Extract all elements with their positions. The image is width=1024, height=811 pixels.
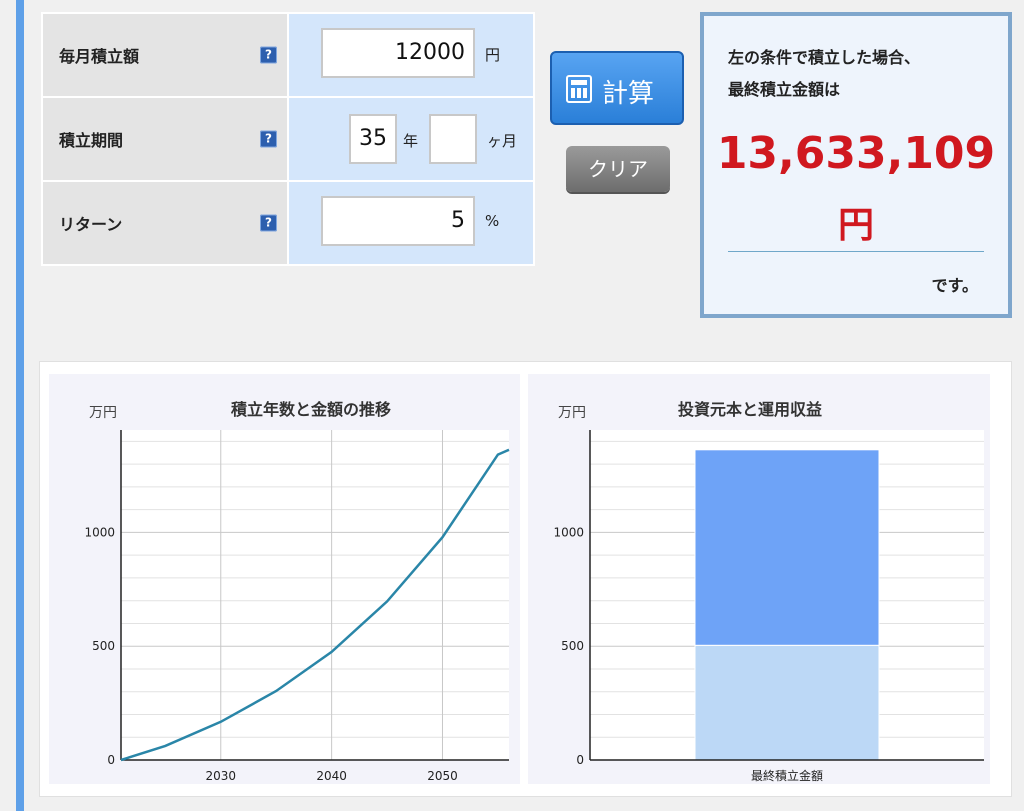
plot-area bbox=[121, 430, 509, 760]
result-amount: 13,633,109 bbox=[716, 128, 996, 179]
monthly-value-cell: 12000 円 bbox=[287, 12, 535, 98]
result-amount-unit: 円 bbox=[837, 205, 874, 246]
breakdown-bar-chart: 0 500 1000 最終積立金額 bbox=[553, 430, 984, 783]
calculate-label: 計算 bbox=[602, 79, 655, 109]
x-tick-label: 2030 bbox=[205, 769, 236, 783]
help-icon[interactable]: ? bbox=[260, 130, 277, 148]
result-panel: 左の条件で積立した場合、 最終積立金額は 13,633,109 円 です。 bbox=[700, 12, 1012, 318]
period-value-cell: 35 年 ヶ月 bbox=[287, 96, 535, 182]
growth-line-chart: 2030 2040 2050 0 500 1000 bbox=[84, 430, 510, 783]
y-tick-label: 500 bbox=[92, 639, 115, 653]
input-form: 毎月積立額 ? 12000 円 積立期間 ? 35 年 ヶ月 リターン ? 5 … bbox=[41, 12, 535, 266]
x-category-label: 最終積立金額 bbox=[751, 768, 823, 783]
monthly-label: 毎月積立額 bbox=[59, 47, 140, 66]
return-unit: % bbox=[485, 212, 500, 230]
y-tick-label: 0 bbox=[107, 753, 115, 767]
y-tick-label: 0 bbox=[576, 753, 584, 767]
breakdown-chart-card: 投資元本と運用収益 万円 0 500 1000 最終積立金額 bbox=[528, 374, 990, 784]
period-months-input[interactable] bbox=[429, 114, 477, 164]
y-tick-label: 1000 bbox=[553, 525, 584, 539]
help-icon[interactable]: ? bbox=[260, 214, 277, 232]
period-years-input[interactable]: 35 bbox=[349, 114, 397, 164]
result-intro: 左の条件で積立した場合、 bbox=[728, 48, 921, 67]
principal-bar-segment bbox=[694, 644, 880, 761]
x-tick-label: 2050 bbox=[427, 769, 458, 783]
result-divider bbox=[728, 251, 984, 252]
monthly-unit: 円 bbox=[485, 46, 501, 64]
return-label: リターン bbox=[59, 215, 123, 234]
growth-chart-card: 積立年数と金額の推移 万円 2030 2040 2050 0 500 1000 bbox=[49, 374, 520, 784]
chart-panel: 積立年数と金額の推移 万円 2030 2040 2050 0 500 1000 投資元本と… bbox=[39, 361, 1012, 797]
help-icon[interactable]: ? bbox=[260, 46, 277, 64]
monthly-amount-input[interactable]: 12000 bbox=[321, 28, 475, 78]
return-rate-input[interactable]: 5 bbox=[321, 196, 475, 246]
return-value-cell: 5 % bbox=[287, 180, 535, 266]
result-intro-2: 最終積立金額は bbox=[728, 80, 841, 99]
return-label-cell: リターン ? bbox=[41, 180, 289, 266]
months-unit: ヶ月 bbox=[487, 132, 518, 150]
years-unit: 年 bbox=[403, 132, 419, 150]
y-tick-label: 500 bbox=[561, 639, 584, 653]
result-suffix: です。 bbox=[931, 276, 978, 295]
monthly-label-cell: 毎月積立額 ? bbox=[41, 12, 289, 98]
left-accent-bar bbox=[16, 0, 24, 811]
gain-bar-segment bbox=[694, 449, 880, 646]
calculate-button[interactable]: 計算 bbox=[550, 51, 684, 125]
clear-button[interactable]: クリア bbox=[566, 146, 670, 192]
y-tick-label: 1000 bbox=[84, 525, 115, 539]
calculator-icon bbox=[566, 75, 592, 103]
period-label: 積立期間 bbox=[59, 131, 124, 150]
x-tick-label: 2040 bbox=[316, 769, 347, 783]
period-label-cell: 積立期間 ? bbox=[41, 96, 289, 182]
